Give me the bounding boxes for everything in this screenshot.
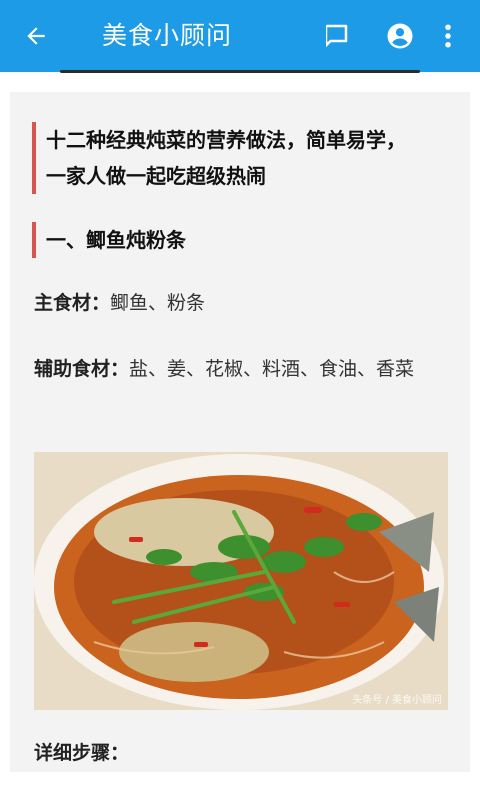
header-divider [60, 70, 420, 73]
photo-watermark: 头条号 / 美食小顾问 [352, 695, 442, 706]
dish-photo[interactable]: 头条号 / 美食小顾问 [34, 452, 448, 710]
app-bar: 美食小顾问 [0, 0, 480, 72]
main-ingredients-label: 主食材： [34, 292, 111, 314]
more-options-button[interactable] [430, 18, 466, 54]
aux-ingredients-label: 辅助食材： [34, 358, 130, 380]
dish-illustration [34, 452, 448, 710]
comment-icon [326, 24, 348, 48]
aux-ingredients-value: 盐、姜、花椒、料酒、食油、香菜 [129, 358, 415, 380]
steps-label: 详细步骤： [34, 742, 130, 764]
article-heading: 十二种经典炖菜的营养做法，简单易学，一家人做一起吃超级热闹 [32, 122, 422, 194]
account-circle-icon [387, 23, 413, 49]
app-title: 美食小顾问 [102, 21, 233, 50]
account-button[interactable] [382, 18, 418, 54]
article-card: 十二种经典炖菜的营养做法，简单易学，一家人做一起吃超级热闹 一、鲫鱼炖粉条 主食… [10, 92, 470, 772]
main-ingredients-value: 鲫鱼、粉条 [110, 292, 206, 314]
arrow-back-icon [27, 27, 45, 45]
main-ingredients: 主食材：鲫鱼、粉条 [34, 286, 444, 320]
section-title: 一、鲫鱼炖粉条 [32, 222, 422, 258]
more-vert-icon [445, 24, 451, 48]
aux-ingredients: 辅助食材：盐、姜、花椒、料酒、食油、香菜 [34, 352, 444, 386]
back-button[interactable] [18, 18, 54, 54]
comment-button[interactable] [318, 18, 354, 54]
steps-heading: 详细步骤： [34, 736, 444, 770]
